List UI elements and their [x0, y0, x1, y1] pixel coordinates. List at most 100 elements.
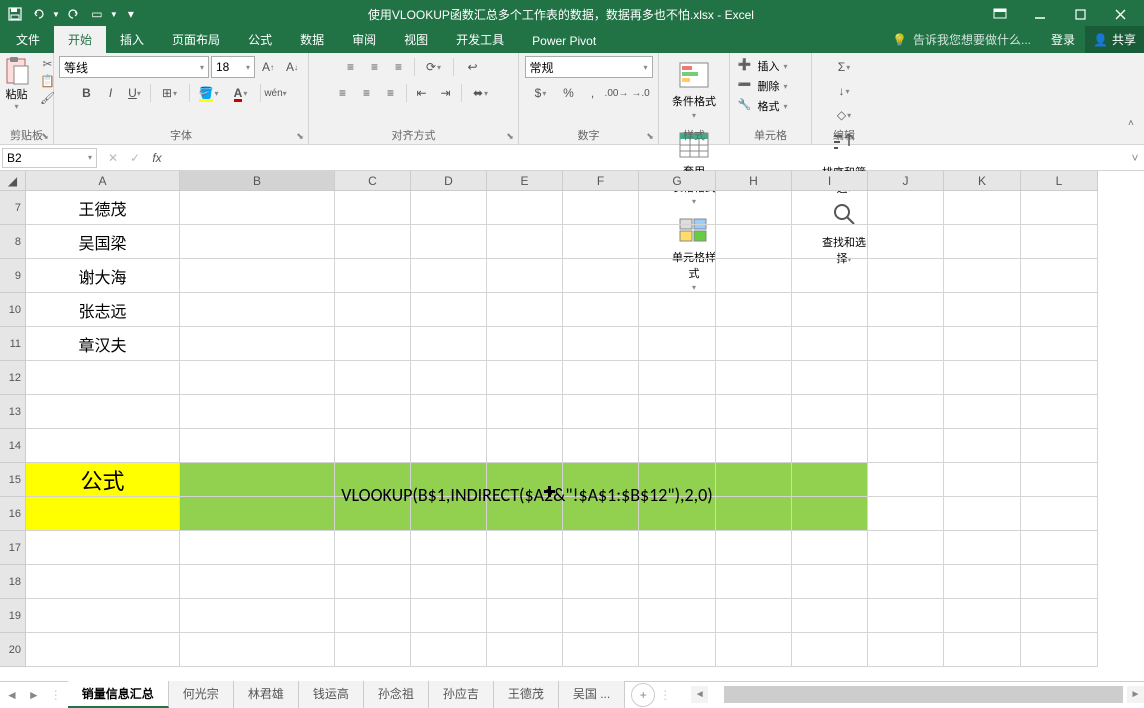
- cell-H19[interactable]: [716, 599, 792, 633]
- cell-J16[interactable]: [868, 497, 944, 531]
- cell-C20[interactable]: [335, 633, 411, 667]
- tab-review[interactable]: 审阅: [338, 26, 390, 53]
- cell-B18[interactable]: [180, 565, 335, 599]
- cell-I11[interactable]: [792, 327, 868, 361]
- comma-icon[interactable]: ,: [582, 82, 604, 104]
- tab-powerpivot[interactable]: Power Pivot: [518, 29, 610, 53]
- cell-J11[interactable]: [868, 327, 944, 361]
- row-header-17[interactable]: 17: [0, 531, 26, 565]
- cell-H17[interactable]: [716, 531, 792, 565]
- cell-K17[interactable]: [944, 531, 1021, 565]
- col-header-I[interactable]: I: [792, 171, 868, 191]
- cell-I16[interactable]: [792, 497, 868, 531]
- cell-D7[interactable]: [411, 191, 487, 225]
- cell-C12[interactable]: [335, 361, 411, 395]
- cell-J20[interactable]: [868, 633, 944, 667]
- cell-L10[interactable]: [1021, 293, 1098, 327]
- cell-C19[interactable]: [335, 599, 411, 633]
- align-top-icon[interactable]: ≡: [340, 56, 362, 78]
- font-launcher[interactable]: ⬊: [294, 130, 306, 142]
- autosum-icon[interactable]: Σ▾: [829, 56, 859, 78]
- sheet-tab[interactable]: 吴国 ...: [559, 681, 625, 708]
- cell-H7[interactable]: [716, 191, 792, 225]
- col-header-E[interactable]: E: [487, 171, 563, 191]
- cell-A18[interactable]: [26, 565, 180, 599]
- cell-C16[interactable]: [335, 497, 411, 531]
- cell-C11[interactable]: [335, 327, 411, 361]
- sheet-tab[interactable]: 钱运高: [299, 681, 364, 708]
- cell-A19[interactable]: [26, 599, 180, 633]
- cell-L12[interactable]: [1021, 361, 1098, 395]
- cell-D19[interactable]: [411, 599, 487, 633]
- cell-L17[interactable]: [1021, 531, 1098, 565]
- row-header-11[interactable]: 11: [0, 327, 26, 361]
- cell-B15[interactable]: [180, 463, 335, 497]
- format-cells-button[interactable]: 🔧格式 ▾: [736, 96, 806, 116]
- cell-B8[interactable]: [180, 225, 335, 259]
- cell-G7[interactable]: [639, 191, 716, 225]
- cell-E16[interactable]: [487, 497, 563, 531]
- qat-icon-1[interactable]: ▭: [86, 3, 108, 25]
- cell-F11[interactable]: [563, 327, 639, 361]
- cell-B19[interactable]: [180, 599, 335, 633]
- cell-A20[interactable]: [26, 633, 180, 667]
- orientation-icon[interactable]: ⟳▾: [419, 56, 449, 78]
- cell-J12[interactable]: [868, 361, 944, 395]
- font-size-combo[interactable]: 18▾: [211, 56, 255, 78]
- decrease-font-icon[interactable]: A↓: [281, 56, 303, 78]
- cell-H15[interactable]: [716, 463, 792, 497]
- cell-K16[interactable]: [944, 497, 1021, 531]
- cell-F19[interactable]: [563, 599, 639, 633]
- cell-I19[interactable]: [792, 599, 868, 633]
- cell-E11[interactable]: [487, 327, 563, 361]
- increase-font-icon[interactable]: A↑: [257, 56, 279, 78]
- col-header-K[interactable]: K: [944, 171, 1021, 191]
- cell-B10[interactable]: [180, 293, 335, 327]
- col-header-F[interactable]: F: [563, 171, 639, 191]
- cell-K11[interactable]: [944, 327, 1021, 361]
- number-launcher[interactable]: ⬊: [644, 130, 656, 142]
- cell-F20[interactable]: [563, 633, 639, 667]
- cell-L11[interactable]: [1021, 327, 1098, 361]
- cell-C18[interactable]: [335, 565, 411, 599]
- sheet-nav-next-icon[interactable]: ►: [28, 688, 40, 702]
- cell-F13[interactable]: [563, 395, 639, 429]
- signin-button[interactable]: 登录: [1041, 26, 1085, 53]
- col-header-B[interactable]: B: [180, 171, 335, 191]
- cell-E10[interactable]: [487, 293, 563, 327]
- cell-E9[interactable]: [487, 259, 563, 293]
- italic-icon[interactable]: I: [100, 82, 122, 104]
- cell-E13[interactable]: [487, 395, 563, 429]
- col-header-L[interactable]: L: [1021, 171, 1098, 191]
- phonetic-icon[interactable]: wén▾: [265, 82, 287, 104]
- cell-D20[interactable]: [411, 633, 487, 667]
- cell-G13[interactable]: [639, 395, 716, 429]
- cell-K18[interactable]: [944, 565, 1021, 599]
- hscroll-left-icon[interactable]: ◄: [691, 686, 708, 703]
- cell-K7[interactable]: [944, 191, 1021, 225]
- cell-I13[interactable]: [792, 395, 868, 429]
- fill-color-icon[interactable]: 🪣▾: [194, 82, 224, 104]
- cell-I7[interactable]: [792, 191, 868, 225]
- cell-E15[interactable]: [487, 463, 563, 497]
- cell-C7[interactable]: [335, 191, 411, 225]
- save-icon[interactable]: [4, 3, 26, 25]
- sheet-tab[interactable]: 孙应吉: [429, 681, 494, 708]
- tell-me-search[interactable]: 💡告诉我您想要做什么...: [882, 31, 1041, 48]
- decrease-indent-icon[interactable]: ⇤: [411, 82, 433, 104]
- cell-L15[interactable]: [1021, 463, 1098, 497]
- row-header-16[interactable]: 16: [0, 497, 26, 531]
- cell-F14[interactable]: [563, 429, 639, 463]
- cell-A17[interactable]: [26, 531, 180, 565]
- cell-B16[interactable]: [180, 497, 335, 531]
- cell-B12[interactable]: [180, 361, 335, 395]
- undo-icon[interactable]: [28, 3, 50, 25]
- row-header-13[interactable]: 13: [0, 395, 26, 429]
- cell-E14[interactable]: [487, 429, 563, 463]
- cell-L16[interactable]: [1021, 497, 1098, 531]
- delete-cells-button[interactable]: ➖删除 ▾: [736, 76, 806, 96]
- wrap-text-icon[interactable]: ↩: [458, 56, 488, 78]
- cell-F17[interactable]: [563, 531, 639, 565]
- border-icon[interactable]: ⊞▾: [155, 82, 185, 104]
- cell-C9[interactable]: [335, 259, 411, 293]
